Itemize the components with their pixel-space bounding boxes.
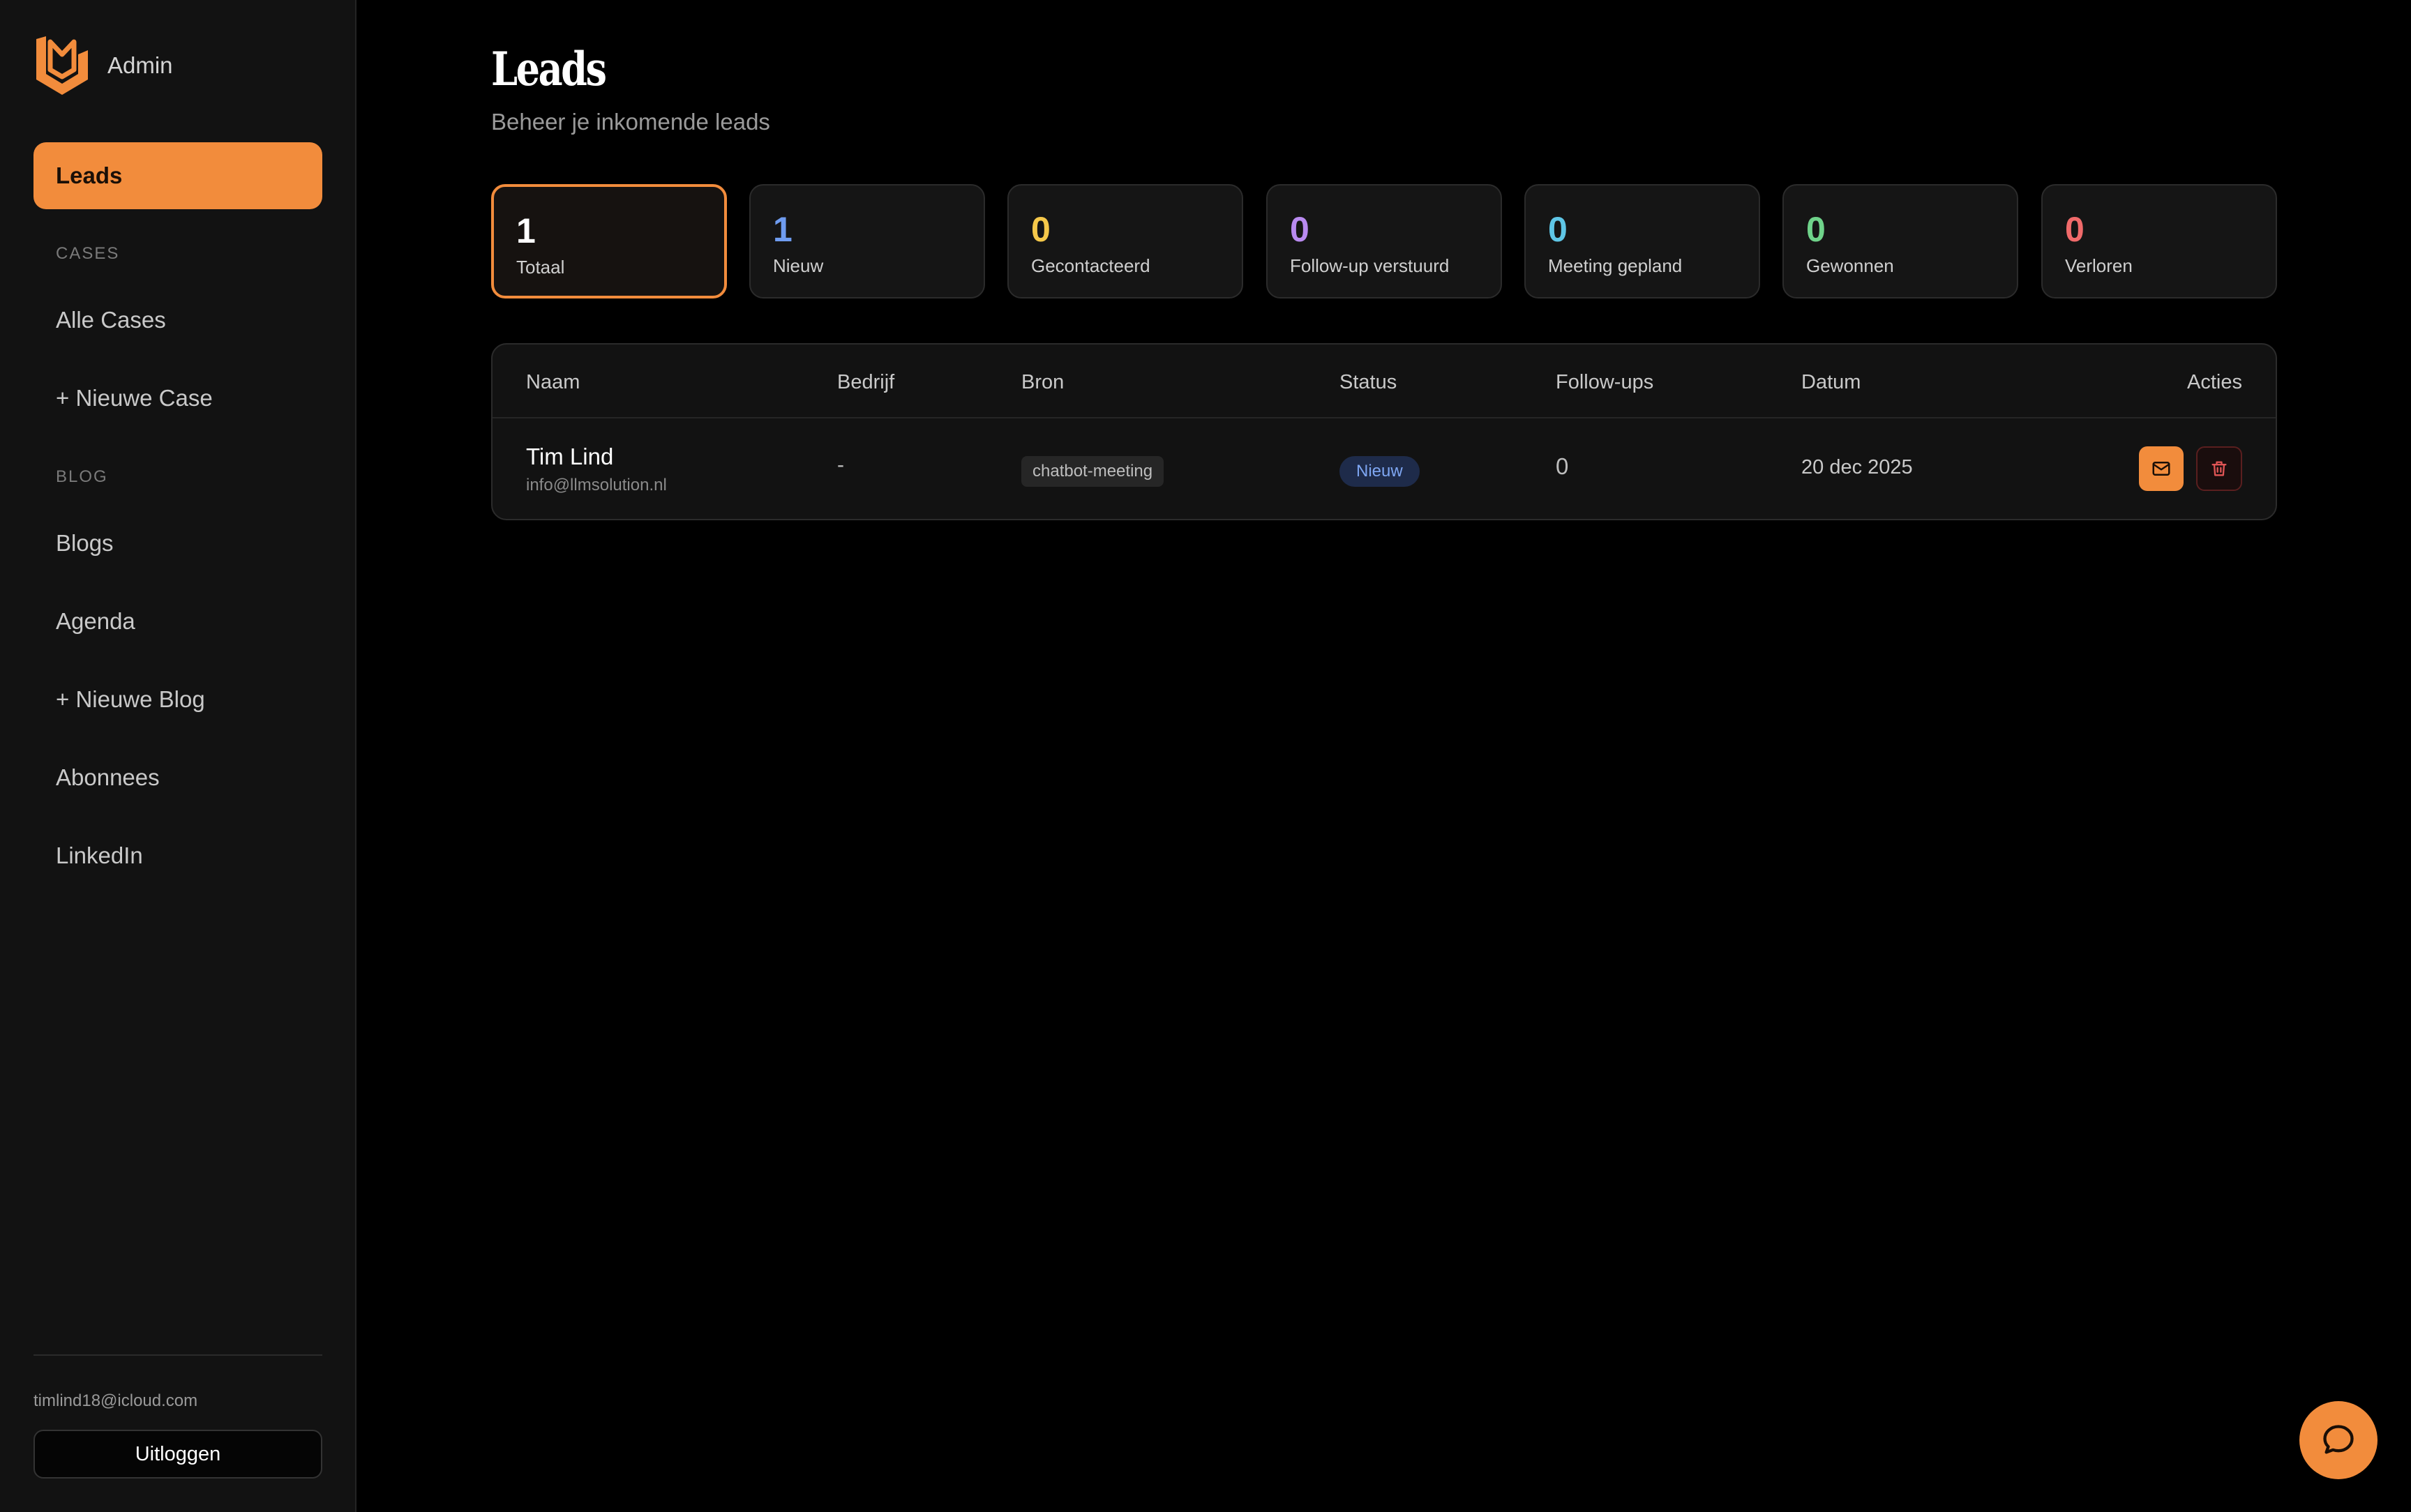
lead-date: 20 dec 2025 — [1801, 456, 1913, 478]
stat-label: Verloren — [2065, 255, 2133, 276]
stat-card-lost[interactable]: 0 Verloren — [2041, 184, 2277, 298]
stat-label: Gewonnen — [1806, 255, 1894, 276]
stat-label: Follow-up verstuurd — [1290, 255, 1450, 276]
sidebar-item-new-blog[interactable]: + Nieuwe Blog — [56, 686, 205, 713]
stat-card-contacted[interactable]: 0 Gecontacteerd — [1007, 184, 1243, 298]
stat-label: Totaal — [516, 257, 565, 278]
stat-value: 0 — [1806, 210, 1826, 249]
sidebar-item-leads[interactable]: Leads — [33, 142, 322, 209]
sidebar-section-cases: CASES — [56, 244, 120, 263]
column-header-source[interactable]: Bron — [1021, 371, 1064, 394]
source-tag: chatbot-meeting — [1021, 456, 1164, 487]
stat-value: 0 — [2065, 210, 2085, 249]
brand-name: Admin — [107, 52, 173, 78]
table-header-divider — [493, 417, 2276, 418]
logout-button[interactable]: Uitloggen — [33, 1430, 322, 1479]
sidebar-item-all-cases[interactable]: Alle Cases — [56, 307, 166, 333]
sidebar-item-blogs[interactable]: Blogs — [56, 530, 114, 557]
stat-value: 1 — [773, 210, 793, 249]
stat-card-followup-sent[interactable]: 0 Follow-up verstuurd — [1266, 184, 1502, 298]
chat-button[interactable] — [2299, 1401, 2378, 1479]
stats-row: 1 Totaal 1 Nieuw 0 Gecontacteerd 0 Follo… — [491, 184, 2277, 298]
stat-value: 1 — [516, 211, 536, 250]
sidebar-item-linkedin[interactable]: LinkedIn — [56, 842, 143, 869]
lead-company: - — [837, 453, 844, 476]
delete-lead-button[interactable] — [2196, 446, 2242, 491]
sidebar-section-blog: BLOG — [56, 467, 108, 486]
stat-card-meeting-planned[interactable]: 0 Meeting gepland — [1524, 184, 1760, 298]
lead-name[interactable]: Tim Lind — [526, 444, 613, 470]
trash-icon — [2211, 461, 2227, 476]
stat-card-won[interactable]: 0 Gewonnen — [1782, 184, 2018, 298]
stat-card-new[interactable]: 1 Nieuw — [749, 184, 985, 298]
sidebar-item-agenda[interactable]: Agenda — [56, 608, 135, 635]
sidebar-item-new-case[interactable]: + Nieuwe Case — [56, 385, 213, 411]
column-header-status[interactable]: Status — [1339, 371, 1397, 394]
send-email-button[interactable] — [2139, 446, 2184, 491]
lead-followups: 0 — [1556, 453, 1569, 479]
page-subtitle: Beheer je inkomende leads — [491, 109, 770, 135]
column-header-company[interactable]: Bedrijf — [837, 371, 894, 394]
chat-bubble-icon — [2323, 1425, 2354, 1454]
column-header-name[interactable]: Naam — [526, 371, 580, 394]
leads-table: Naam Bedrijf Bron Status Follow-ups Datu… — [491, 343, 2277, 520]
stat-label: Gecontacteerd — [1031, 255, 1150, 276]
shield-logo-icon — [36, 36, 88, 95]
column-header-date[interactable]: Datum — [1801, 371, 1861, 394]
stat-value: 0 — [1290, 210, 1309, 249]
column-header-followups[interactable]: Follow-ups — [1556, 371, 1653, 394]
lead-email: info@llmsolution.nl — [526, 476, 667, 494]
stat-value: 0 — [1548, 210, 1568, 249]
stat-label: Meeting gepland — [1548, 255, 1683, 276]
page-title: Leads — [491, 42, 607, 96]
stat-value: 0 — [1031, 210, 1051, 249]
stat-card-total[interactable]: 1 Totaal — [491, 184, 727, 298]
stat-label: Nieuw — [773, 255, 824, 276]
sidebar-item-subscribers[interactable]: Abonnees — [56, 764, 160, 791]
sidebar: Admin Leads CASES Alle Cases + Nieuwe Ca… — [0, 0, 356, 1512]
status-badge[interactable]: Nieuw — [1339, 456, 1420, 487]
user-email: timlind18@icloud.com — [33, 1391, 198, 1410]
sidebar-divider — [33, 1354, 322, 1356]
column-header-actions: Acties — [2187, 371, 2242, 393]
mail-icon — [2152, 462, 2170, 476]
brand[interactable]: Admin — [33, 33, 173, 98]
